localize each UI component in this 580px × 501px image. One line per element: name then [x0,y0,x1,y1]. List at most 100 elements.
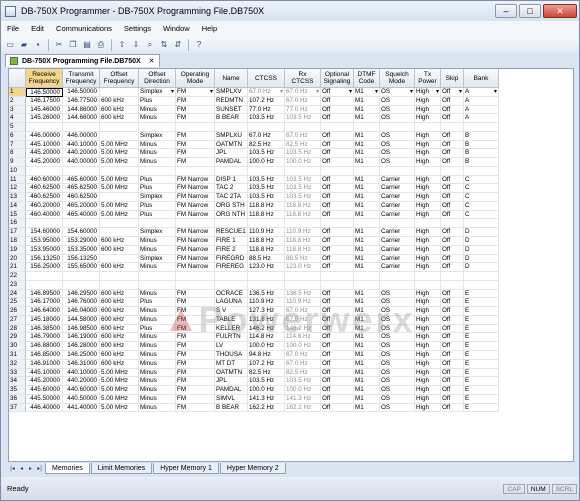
cell-tx-power[interactable]: High [415,368,441,378]
column-header-transmit-frequency[interactable]: Transmit Frequency [63,69,100,88]
cell-skip[interactable]: Off [441,394,464,404]
cell-rx-ctcss[interactable]: 67.0 Hz [285,359,321,369]
cell-bank[interactable]: B [464,140,499,150]
cell-bank[interactable]: E [464,342,499,351]
cell-rx-ctcss[interactable]: 100.0 Hz [285,386,321,395]
cell-name[interactable]: FIREREG [215,263,248,273]
cell-optional-signaling[interactable]: Off [321,342,354,351]
cell-squelch-mode[interactable]: OS [380,377,415,387]
cell-operating-mode[interactable]: FM [176,149,215,159]
cell-transmit-frequency[interactable]: 146.31000 [63,359,100,369]
cell-rx-ctcss[interactable]: 88.5 Hz [285,254,321,264]
cell-receive-frequency[interactable]: 146.64000 [26,307,63,316]
cell-squelch-mode[interactable]: OS [380,333,415,343]
cell-transmit-frequency[interactable]: 146.04000 [63,307,100,316]
cell-receive-frequency[interactable]: 445.10000 [26,140,63,150]
cell-tx-power[interactable]: High [415,350,441,360]
cell-operating-mode[interactable]: FM [176,131,215,141]
cell-offset-direction[interactable]: Plus [139,324,176,334]
cell-ctcss[interactable]: 82.5 Hz [248,368,285,378]
cell-offset-frequency[interactable]: 5.00 MHz [100,403,139,413]
cell-squelch-mode[interactable] [380,123,415,132]
cell-optional-signaling[interactable]: Off [321,298,354,308]
column-header-bank[interactable]: Bank [464,69,499,88]
cell-skip[interactable]: Off [441,289,464,299]
cell-rx-ctcss[interactable]: 67.0 Hz [285,96,321,106]
cell-bank[interactable]: E [464,377,499,387]
cell-dtmf-code[interactable] [354,166,380,176]
table-row[interactable]: 27 145.18000 144.58000 600 kHz Minus FM TABLE 1… [9,315,499,325]
cell-operating-mode[interactable]: FM Narrow [176,210,215,220]
cell-squelch-mode[interactable]: OS [380,368,415,378]
cell-bank[interactable]: E [464,289,499,299]
cell-bank[interactable]: A [464,114,499,124]
cell-transmit-frequency[interactable]: 153.35000 [63,245,100,255]
cell-receive-frequency[interactable]: 146.50000 [26,88,63,97]
cell-receive-frequency[interactable]: 146.17500 [26,96,63,106]
cell-transmit-frequency[interactable]: 155.65000 [63,263,100,273]
cell-operating-mode[interactable] [176,166,215,176]
cell-receive-frequency[interactable]: 146.88000 [26,342,63,351]
table-row[interactable]: 4 145.26000 144.66000 600 kHz Minus FM B BEAR 1… [9,114,499,124]
cell-ctcss[interactable]: 94.8 Hz [248,350,285,360]
cell-optional-signaling[interactable]: Off [321,228,354,238]
cell-offset-direction[interactable]: Minus [139,377,176,387]
cell-rx-ctcss[interactable]: 103.5 Hz [285,175,321,185]
cell-squelch-mode[interactable]: OS [380,307,415,316]
cell-tx-power[interactable]: High [415,175,441,185]
sheet-tab-memories[interactable]: Memories [45,463,90,474]
cell-offset-frequency[interactable] [100,228,139,238]
cell-skip[interactable]: Off [441,105,464,115]
cell-optional-signaling[interactable]: Off [321,315,354,325]
cell-tx-power[interactable]: High [415,307,441,316]
cell-rx-ctcss[interactable] [285,123,321,132]
table-row[interactable]: 5 [9,123,499,132]
cell-offset-direction[interactable]: Minus [139,245,176,255]
cell-tx-power[interactable]: High [415,298,441,308]
cell-rx-ctcss[interactable]: 118.8 Hz [285,245,321,255]
cell-rx-ctcss[interactable]: 103.5 Hz [285,114,321,124]
cell-optional-signaling[interactable]: Off [321,158,354,167]
cell-operating-mode[interactable]: FM [176,140,215,150]
cell-offset-frequency[interactable]: 600 kHz [100,96,139,106]
cell-bank[interactable]: A [464,105,499,115]
cell-operating-mode[interactable]: FM [176,359,215,369]
cell-bank[interactable]: E [464,298,499,308]
cell-offset-direction[interactable]: Minus [139,386,176,395]
last-sheet-icon[interactable]: ▸| [35,464,44,474]
cell-optional-signaling[interactable] [321,272,354,281]
column-header-operating-mode[interactable]: Operating Mode [176,69,215,88]
sheet-tab-limit-memories[interactable]: Limit Memories [90,463,153,474]
cell-offset-frequency[interactable]: 600 kHz [100,105,139,115]
cell-tx-power[interactable]: High [415,210,441,220]
cell-ctcss[interactable]: 88.5 Hz [248,254,285,264]
cell-dtmf-code[interactable] [354,219,380,229]
cell-receive-frequency[interactable]: 156.25000 [26,263,63,273]
cell-receive-frequency[interactable]: 146.89500 [26,289,63,299]
cell-skip[interactable]: Off [441,158,464,167]
cell-offset-frequency[interactable]: 5.00 MHz [100,386,139,395]
write-radio-icon[interactable]: ⇩ [130,39,142,51]
cell-transmit-frequency[interactable]: 144.86000 [63,105,100,115]
cell-dtmf-code[interactable]: M1 [354,184,380,194]
cell-receive-frequency[interactable]: 146.17000 [26,298,63,308]
cell-name[interactable]: JPL [215,377,248,387]
cell-rx-ctcss[interactable]: 77.0 Hz [285,105,321,115]
cell-receive-frequency[interactable]: 146.85000 [26,350,63,360]
cell-ctcss[interactable]: 107.2 Hz [248,96,285,106]
cell-transmit-frequency[interactable] [63,166,100,176]
cell-ctcss[interactable]: 103.5 Hz [248,184,285,194]
cell-transmit-frequency[interactable]: 144.58000 [63,315,100,325]
cell-transmit-frequency[interactable]: 440.50000 [63,394,100,404]
cell-skip[interactable]: Off [441,386,464,395]
cell-bank[interactable]: B [464,131,499,141]
cell-dtmf-code[interactable]: M1 [354,350,380,360]
cell-bank[interactable] [464,272,499,281]
cell-skip[interactable] [441,272,464,281]
cell-skip[interactable]: Off [441,298,464,308]
cell-transmit-frequency[interactable]: 144.66000 [63,114,100,124]
cell-bank[interactable]: D [464,228,499,238]
cell-ctcss[interactable] [248,219,285,229]
cell-tx-power[interactable]: High [415,359,441,369]
cell-tx-power[interactable]: High [415,228,441,238]
